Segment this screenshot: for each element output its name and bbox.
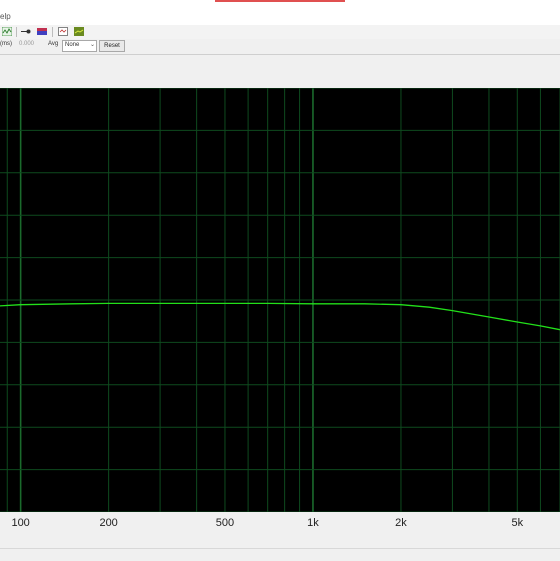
x-tick-label: 200 (99, 517, 118, 529)
avg-select-value: None (65, 42, 80, 48)
spectrum-plot[interactable] (0, 88, 560, 512)
spectrum-icon[interactable] (74, 27, 84, 36)
close-accent (215, 0, 345, 2)
title-bar (0, 0, 560, 11)
waveform-icon[interactable] (2, 27, 12, 36)
response-trace (0, 302, 560, 331)
chevron-down-icon: ⌄ (89, 42, 95, 48)
menu-help[interactable]: elp (0, 12, 11, 21)
x-axis: 100 200 500 1k 2k 5k (0, 512, 560, 548)
status-strip (0, 548, 560, 561)
panel-strip (0, 55, 560, 88)
avg-select[interactable]: None ⌄ (62, 40, 97, 52)
x-tick-label: 1k (307, 517, 319, 529)
toolbar (0, 25, 560, 40)
window-icon[interactable] (58, 27, 68, 36)
toolbar-separator (16, 27, 17, 37)
reset-button[interactable]: Reset (99, 40, 125, 52)
playback-icon[interactable] (21, 27, 31, 36)
ms-label: (ms) (0, 41, 12, 47)
x-tick-label: 5k (511, 517, 524, 529)
x-tick-label: 500 (215, 517, 235, 529)
x-tick-label: 2k (395, 517, 407, 529)
ms-value[interactable]: 0.000 (19, 41, 34, 47)
color-bars-icon[interactable] (37, 27, 47, 36)
toolbar-separator (52, 27, 53, 37)
avg-label: Avg (48, 41, 59, 47)
x-tick-label: 100 (11, 517, 30, 529)
menu-bar: elp (0, 11, 560, 26)
